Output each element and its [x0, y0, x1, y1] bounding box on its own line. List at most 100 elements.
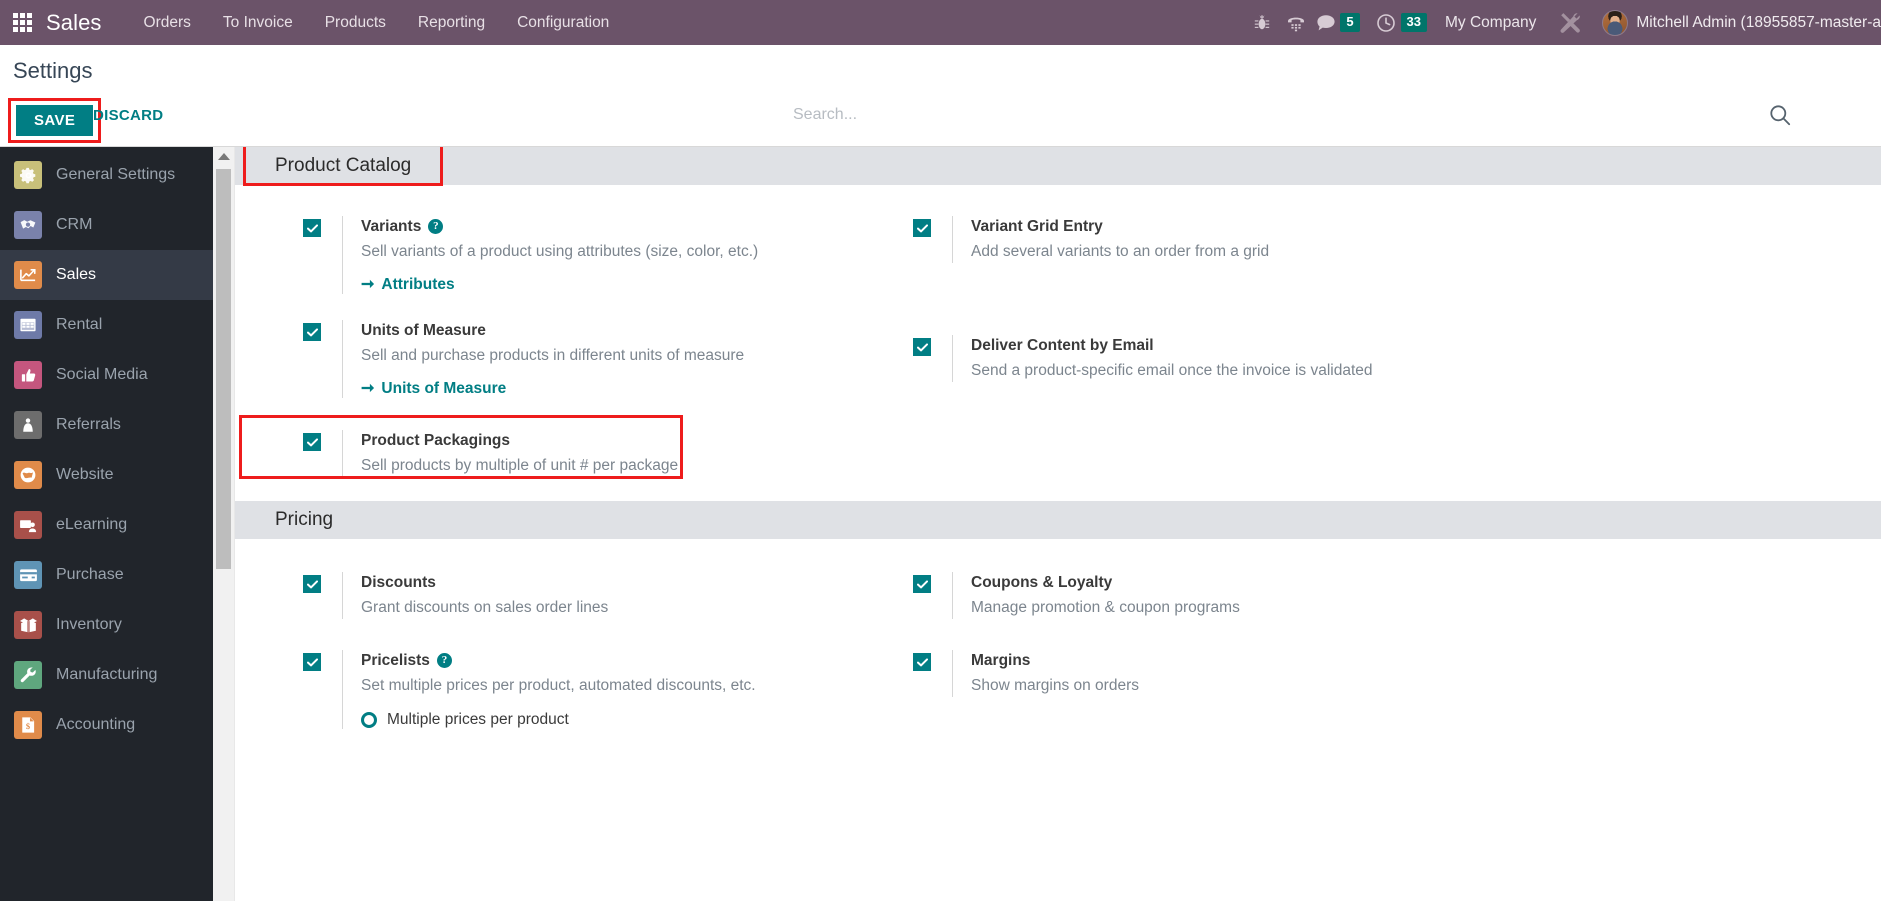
sidebar-item-sales[interactable]: Sales	[0, 250, 213, 300]
attributes-link[interactable]: ➞ Attributes	[361, 276, 758, 294]
variants-checkbox[interactable]	[303, 219, 321, 237]
calendar-icon	[14, 311, 42, 339]
top-navbar: Sales Orders To Invoice Products Reporti…	[0, 0, 1881, 45]
setting-title: Variants	[361, 218, 422, 235]
setting-margins: Margins Show margins on orders	[891, 628, 1881, 706]
coupons-and-loyalty-checkbox[interactable]	[913, 575, 931, 593]
section-title: Pricing	[275, 509, 334, 530]
sidebar-item-rental[interactable]: Rental	[0, 300, 213, 350]
sidebar-item-inventory[interactable]: Inventory	[0, 600, 213, 650]
username-menu[interactable]: Mitchell Admin (18955857-master-a	[1636, 14, 1881, 32]
page-title: Settings	[13, 58, 93, 83]
arrow-right-icon: ➞	[361, 276, 375, 293]
clock-icon[interactable]	[1372, 0, 1400, 45]
bug-icon[interactable]	[1245, 0, 1279, 45]
deliver-content-by-email-body: Deliver Content by Email Send a product-…	[952, 335, 1373, 382]
units-of-measure-checkbox[interactable]	[303, 323, 321, 341]
sidebar-item-general-settings[interactable]: General Settings	[0, 150, 213, 200]
settings-content: Product Catalog Variants ? Sell variants…	[213, 147, 1881, 901]
sidebar-item-label: Purchase	[56, 566, 124, 583]
sidebar-item-crm[interactable]: CRM	[0, 200, 213, 250]
sidebar-item-accounting[interactable]: $ Accounting	[0, 700, 213, 750]
presentation-icon	[14, 511, 42, 539]
arrow-right-icon: ➞	[361, 380, 375, 397]
setting-units-of-measure: Units of Measure Sell and purchase produ…	[235, 303, 891, 407]
setting-description: Sell and purchase products in different …	[361, 347, 745, 364]
sidebar-item-label: Accounting	[56, 716, 136, 733]
control-panel: Settings SAVE DISCARD	[0, 45, 1881, 147]
link-label: Attributes	[381, 276, 455, 293]
pricing-grid: Discounts Grant discounts on sales order…	[235, 539, 1881, 746]
sidebar-item-purchase[interactable]: Purchase	[0, 550, 213, 600]
section-title: Product Catalog	[275, 155, 412, 176]
radio-button-icon[interactable]	[361, 712, 377, 728]
help-icon[interactable]: ?	[436, 653, 452, 668]
sidebar-item-label: Referrals	[56, 416, 121, 433]
activities-count-badge[interactable]: 33	[1400, 13, 1428, 32]
setting-variants: Variants ? Sell variants of a product us…	[235, 207, 891, 303]
sidebar-item-elearning[interactable]: eLearning	[0, 500, 213, 550]
company-selector[interactable]: My Company	[1427, 14, 1550, 32]
discounts-checkbox[interactable]	[303, 575, 321, 593]
sidebar-item-social-media[interactable]: Social Media	[0, 350, 213, 400]
settings-body: General Settings CRM Sales Rental Social	[0, 147, 1881, 901]
voip-phone-icon[interactable]	[1279, 0, 1313, 45]
setting-title: Deliver Content by Email	[971, 337, 1154, 354]
pricelists-checkbox[interactable]	[303, 653, 321, 671]
setting-discounts: Discounts Grant discounts on sales order…	[235, 563, 891, 628]
chat-bubble-icon[interactable]	[1313, 0, 1339, 45]
product-packagings-checkbox[interactable]	[303, 433, 321, 451]
units-of-measure-link[interactable]: ➞ Units of Measure	[361, 380, 744, 398]
sidebar-item-referrals[interactable]: Referrals	[0, 400, 213, 450]
variants-title-row: Variants ?	[361, 216, 758, 237]
nav-menu-to-invoice[interactable]: To Invoice	[207, 0, 309, 45]
credit-card-icon	[14, 561, 42, 589]
multiple-prices-per-product-radio-row[interactable]: Multiple prices per product	[361, 711, 756, 729]
variant-grid-entry-title-row: Variant Grid Entry	[971, 216, 1269, 237]
user-avatar[interactable]	[1602, 9, 1629, 36]
units-of-measure-body: Units of Measure Sell and purchase produ…	[342, 320, 744, 398]
settings-pane: Product Catalog Variants ? Sell variants…	[235, 147, 1881, 901]
sidebar-item-website[interactable]: Website	[0, 450, 213, 500]
setting-description: Send a product-specific email once the i…	[971, 362, 1373, 379]
nav-menu-products[interactable]: Products	[309, 0, 402, 45]
scrollbar-thumb[interactable]	[216, 169, 231, 569]
tools-wrench-icon[interactable]	[1550, 0, 1590, 45]
variant-grid-entry-checkbox[interactable]	[913, 219, 931, 237]
settings-scrollbar[interactable]	[213, 147, 235, 901]
app-brand-sales[interactable]: Sales	[46, 10, 102, 36]
gear-icon	[14, 161, 42, 189]
search-input[interactable]	[793, 100, 1793, 130]
discard-button[interactable]: DISCARD	[93, 107, 163, 124]
sidebar-item-manufacturing[interactable]: Manufacturing	[0, 650, 213, 700]
messages-count-badge[interactable]: 5	[1340, 13, 1360, 32]
search-icon[interactable]	[1769, 104, 1791, 131]
setting-description: Sell products by multiple of unit # per …	[361, 457, 679, 474]
sidebar-item-label: CRM	[56, 216, 93, 233]
nav-menu-orders[interactable]: Orders	[128, 0, 207, 45]
variants-body: Variants ? Sell variants of a product us…	[342, 216, 758, 294]
setting-description: Show margins on orders	[971, 677, 1139, 694]
save-button[interactable]: SAVE	[16, 105, 94, 136]
help-icon[interactable]: ?	[428, 219, 444, 234]
invoice-dollar-icon: $	[14, 711, 42, 739]
radio-label: Multiple prices per product	[387, 711, 569, 728]
scroll-up-arrow-icon[interactable]	[217, 153, 230, 160]
sidebar-item-label: General Settings	[56, 166, 176, 183]
margins-title-row: Margins	[971, 650, 1139, 671]
nav-menu-configuration[interactable]: Configuration	[501, 0, 625, 45]
pricelists-body: Pricelists ? Set multiple prices per pro…	[342, 650, 756, 729]
section-header-product-catalog: Product Catalog	[235, 147, 1881, 186]
link-label: Units of Measure	[381, 380, 507, 397]
discounts-title-row: Discounts	[361, 572, 608, 593]
nav-menu-reporting[interactable]: Reporting	[402, 0, 501, 45]
open-box-icon	[14, 611, 42, 639]
margins-checkbox[interactable]	[913, 653, 931, 671]
setting-title: Discounts	[361, 574, 436, 591]
save-button-highlight: SAVE	[8, 98, 102, 143]
deliver-content-by-email-checkbox[interactable]	[913, 338, 931, 356]
pricelists-title-row: Pricelists ?	[361, 650, 756, 671]
setting-description: Set multiple prices per product, automat…	[361, 677, 756, 694]
apps-grid-icon[interactable]	[10, 11, 34, 35]
product-packagings-body: Product Packagings Sell products by mult…	[342, 430, 678, 477]
